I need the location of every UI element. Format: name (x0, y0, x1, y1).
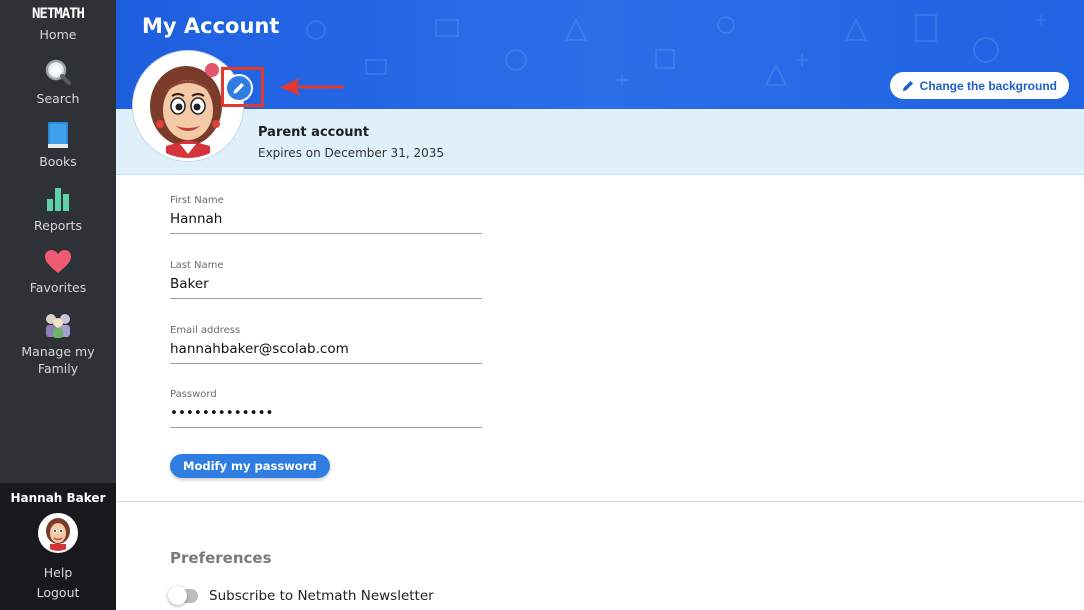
password-field[interactable] (170, 400, 482, 428)
logout-link[interactable]: Logout (0, 585, 116, 600)
netmath-logo[interactable]: NETMATH (0, 6, 116, 22)
modify-password-button[interactable]: Modify my password (170, 454, 330, 478)
sidebar-item-label: Reports (34, 218, 82, 233)
change-background-button[interactable]: Change the background (889, 72, 1069, 99)
bar-chart-icon (47, 188, 69, 211)
user-panel: Hannah Baker Help Logout (0, 483, 116, 610)
account-type: Parent account (258, 125, 370, 140)
sidebar-item-label: Favorites (29, 280, 87, 295)
sidebar-item-favorites[interactable]: Favorites (0, 249, 116, 296)
toggle-knob (168, 586, 187, 605)
user-name: Hannah Baker (10, 491, 106, 505)
heart-icon (45, 250, 71, 273)
email-field-group: Email address (170, 325, 482, 364)
newsletter-toggle[interactable] (168, 586, 198, 605)
page-title: My Account (142, 14, 280, 38)
change-background-label: Change the background (919, 78, 1057, 93)
user-avatar-icon (40, 515, 76, 551)
sidebar-item-label: Home (39, 27, 77, 42)
book-icon (48, 122, 68, 148)
first-name-field-group: First Name (170, 195, 482, 234)
sidebar-item-reports[interactable]: Reports (0, 185, 116, 234)
sidebar-item-label: Search (36, 91, 80, 106)
red-arrow-icon (280, 78, 344, 96)
help-link[interactable]: Help (0, 565, 116, 580)
family-icon (46, 314, 70, 338)
sidebar-item-label: Manage my Family (21, 344, 95, 376)
pencil-icon (902, 80, 913, 91)
email-field[interactable] (170, 336, 482, 364)
account-info-strip: Parent account Expires on December 31, 2… (116, 109, 1084, 175)
last-name-field[interactable] (170, 271, 482, 299)
section-divider (116, 501, 1084, 502)
password-label: Password (170, 389, 217, 400)
account-expiry: Expires on December 31, 2035 (258, 146, 444, 160)
avatar[interactable] (38, 513, 78, 553)
sidebar: NETMATH Home Search Books Reports Favori… (0, 0, 116, 610)
password-field-group: Password (170, 389, 482, 428)
sidebar-item-family[interactable]: Manage my Family (0, 311, 116, 377)
preferences-title: Preferences (170, 549, 272, 567)
last-name-label: Last Name (170, 260, 224, 271)
sidebar-item-books[interactable]: Books (0, 121, 116, 170)
search-icon (45, 59, 71, 85)
last-name-field-group: Last Name (170, 260, 482, 299)
first-name-label: First Name (170, 195, 224, 206)
highlight-box (221, 67, 264, 107)
first-name-field[interactable] (170, 206, 482, 234)
sidebar-item-home[interactable]: Home (0, 26, 116, 43)
sidebar-item-label: Books (39, 154, 77, 169)
newsletter-label: Subscribe to Netmath Newsletter (209, 588, 434, 604)
sidebar-item-search[interactable]: Search (0, 58, 116, 107)
email-label: Email address (170, 325, 241, 336)
